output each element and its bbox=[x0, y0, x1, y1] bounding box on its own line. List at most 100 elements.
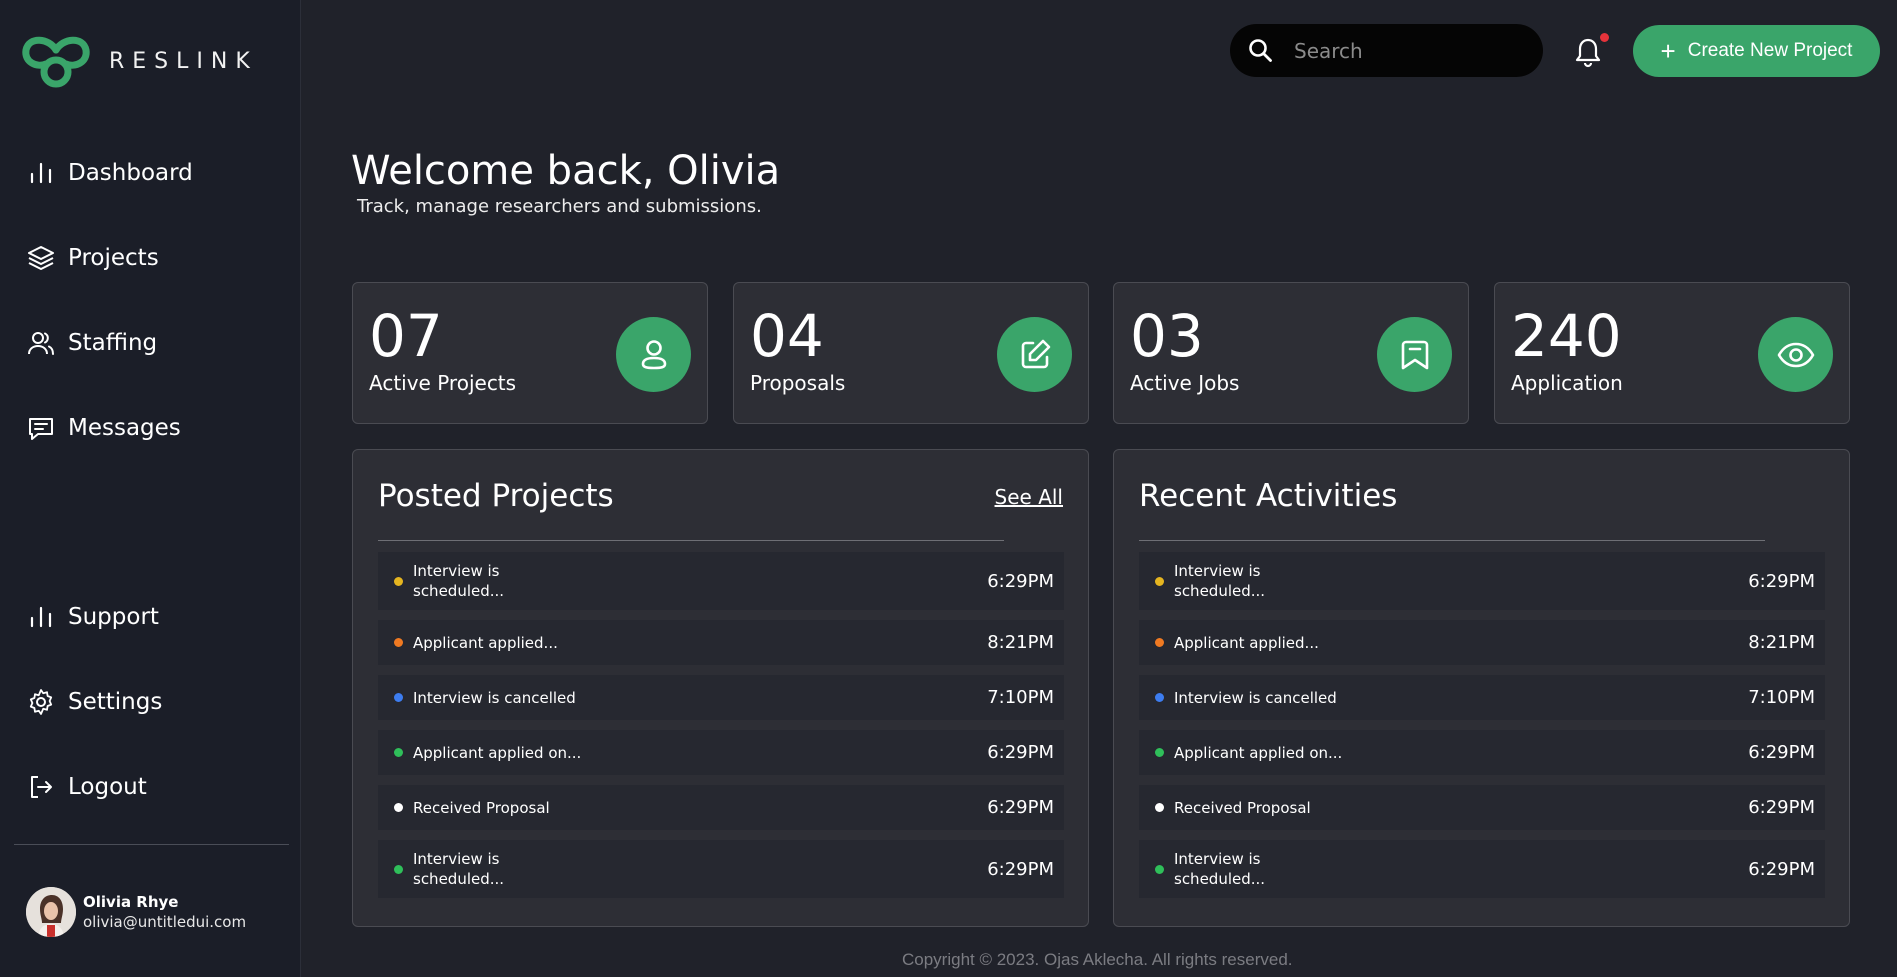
users-icon bbox=[28, 332, 54, 355]
list-item[interactable]: Interview is cancelled 7:10PM bbox=[378, 675, 1064, 720]
list-item[interactable]: Interview is cancelled 7:10PM bbox=[1139, 675, 1825, 720]
sidebar-divider bbox=[14, 844, 289, 845]
stat-icon-circle bbox=[616, 317, 691, 392]
panel-title: Posted Projects bbox=[378, 478, 614, 514]
list-item-time: 6:29PM bbox=[987, 570, 1054, 592]
logo[interactable]: RESLINK bbox=[21, 34, 258, 88]
sidebar-item-label: Settings bbox=[68, 689, 163, 715]
list-item[interactable]: Applicant applied on... 6:29PM bbox=[1139, 730, 1825, 775]
avatar[interactable] bbox=[26, 887, 76, 937]
list-item-text: Applicant applied on... bbox=[413, 743, 582, 762]
list-item-time: 6:29PM bbox=[1748, 797, 1815, 818]
stat-card-active-projects[interactable]: 07 Active Projects bbox=[352, 282, 708, 424]
search-bar[interactable] bbox=[1230, 24, 1543, 77]
list-item-text: Applicant applied... bbox=[413, 633, 558, 652]
stat-icon-circle bbox=[1758, 317, 1833, 392]
list-item-text: Received Proposal bbox=[413, 798, 550, 817]
list-item[interactable]: Applicant applied... 8:21PM bbox=[1139, 620, 1825, 665]
status-dot bbox=[394, 638, 403, 647]
bar-chart-icon bbox=[30, 606, 52, 628]
user-profile[interactable]: Olivia Rhye olivia@untitledui.com bbox=[26, 887, 246, 937]
sidebar-item-messages[interactable]: Messages bbox=[26, 408, 181, 448]
sidebar-item-dashboard[interactable]: Dashboard bbox=[26, 153, 193, 193]
logo-text: RESLINK bbox=[109, 48, 258, 74]
bookmark-icon bbox=[1401, 340, 1428, 369]
list-item[interactable]: Interview is scheduled... 6:29PM bbox=[1139, 840, 1825, 898]
list-item[interactable]: Received Proposal 6:29PM bbox=[1139, 785, 1825, 830]
stat-card-proposals[interactable]: 04 Proposals bbox=[733, 282, 1089, 424]
gear-icon bbox=[29, 689, 53, 715]
sidebar-item-label: Staffing bbox=[68, 330, 158, 356]
stat-value: 07 bbox=[369, 302, 443, 370]
status-dot bbox=[1155, 803, 1164, 812]
sidebar-item-label: Messages bbox=[68, 415, 181, 441]
status-dot bbox=[394, 748, 403, 757]
sidebar-item-label: Logout bbox=[68, 774, 147, 800]
sidebar-item-projects[interactable]: Projects bbox=[26, 238, 159, 278]
status-dot bbox=[394, 803, 403, 812]
list-item-text: Interview is cancelled bbox=[413, 688, 576, 707]
edit-icon bbox=[1021, 339, 1050, 368]
list-item[interactable]: Received Proposal 6:29PM bbox=[378, 785, 1064, 830]
bell-icon[interactable] bbox=[1573, 36, 1603, 68]
stat-label: Active Projects bbox=[369, 371, 517, 395]
sidebar: RESLINK Dashboard Projects Staffing Mess… bbox=[0, 0, 301, 977]
see-all-link[interactable]: See All bbox=[995, 485, 1063, 509]
posted-projects-panel: Posted Projects See All Interview is sch… bbox=[352, 449, 1089, 927]
logo-icon bbox=[22, 36, 90, 88]
list-item-text: Interview is scheduled... bbox=[413, 562, 505, 600]
list-item-time: 6:29PM bbox=[1748, 742, 1815, 763]
plus-icon: + bbox=[1660, 35, 1676, 66]
list-item[interactable]: Applicant applied on... 6:29PM bbox=[378, 730, 1064, 775]
stat-card-active-jobs[interactable]: 03 Active Jobs bbox=[1113, 282, 1469, 424]
logout-icon bbox=[31, 776, 52, 798]
stat-label: Proposals bbox=[750, 371, 846, 395]
recent-activities-panel: Recent Activities Interview is scheduled… bbox=[1113, 449, 1850, 927]
create-project-button[interactable]: + Create New Project bbox=[1633, 25, 1880, 77]
user-email: olivia@untitledui.com bbox=[83, 913, 247, 931]
stat-label: Application bbox=[1511, 371, 1623, 395]
status-dot bbox=[394, 576, 403, 586]
list-item[interactable]: Interview is scheduled... 6:29PM bbox=[1139, 552, 1825, 610]
list-item-text: Applicant applied... bbox=[1174, 633, 1319, 652]
sidebar-item-label: Projects bbox=[68, 245, 159, 271]
list-item[interactable]: Interview is scheduled... 6:29PM bbox=[378, 840, 1064, 898]
list-item-time: 6:29PM bbox=[987, 858, 1054, 880]
list-item-time: 7:10PM bbox=[1748, 687, 1815, 708]
user-name: Olivia Rhye bbox=[83, 893, 179, 911]
list-item[interactable]: Interview is scheduled... 6:29PM bbox=[378, 552, 1064, 610]
divider bbox=[1139, 540, 1765, 541]
status-dot bbox=[1155, 693, 1164, 702]
stat-value: 240 bbox=[1511, 302, 1622, 370]
copyright: Copyright © 2023. Ojas Aklecha. All righ… bbox=[902, 950, 1293, 969]
bar-chart-icon bbox=[30, 162, 52, 184]
sidebar-item-label: Support bbox=[68, 604, 159, 630]
sidebar-item-support[interactable]: Support bbox=[26, 597, 159, 637]
page-title: Welcome back, Olivia bbox=[351, 148, 781, 194]
status-dot bbox=[1155, 638, 1164, 647]
search-icon bbox=[1249, 39, 1272, 62]
sidebar-item-logout[interactable]: Logout bbox=[26, 767, 147, 807]
stat-label: Active Jobs bbox=[1130, 371, 1240, 395]
status-dot bbox=[394, 864, 403, 874]
list-item[interactable]: Applicant applied... 8:21PM bbox=[378, 620, 1064, 665]
page-subtitle: Track, manage researchers and submission… bbox=[357, 196, 762, 217]
list-item-text: Interview is scheduled... bbox=[413, 850, 505, 888]
sidebar-item-label: Dashboard bbox=[68, 160, 193, 186]
list-item-text: Applicant applied on... bbox=[1174, 743, 1343, 762]
divider bbox=[378, 540, 1004, 541]
list-item-time: 6:29PM bbox=[987, 797, 1054, 818]
list-item-text: Interview is cancelled bbox=[1174, 688, 1337, 707]
stat-card-application[interactable]: 240 Application bbox=[1494, 282, 1850, 424]
list-item-text: Interview is scheduled... bbox=[1174, 850, 1266, 888]
panel-title: Recent Activities bbox=[1139, 478, 1398, 514]
user-icon bbox=[641, 339, 666, 369]
sidebar-item-staffing[interactable]: Staffing bbox=[26, 323, 157, 363]
list-item-time: 8:21PM bbox=[1748, 632, 1815, 653]
eye-icon bbox=[1777, 342, 1814, 367]
sidebar-item-settings[interactable]: Settings bbox=[26, 682, 162, 722]
layers-icon bbox=[28, 246, 54, 270]
search-input[interactable] bbox=[1294, 38, 1524, 63]
list-item-time: 7:10PM bbox=[987, 687, 1054, 708]
stat-icon-circle bbox=[1377, 317, 1452, 392]
